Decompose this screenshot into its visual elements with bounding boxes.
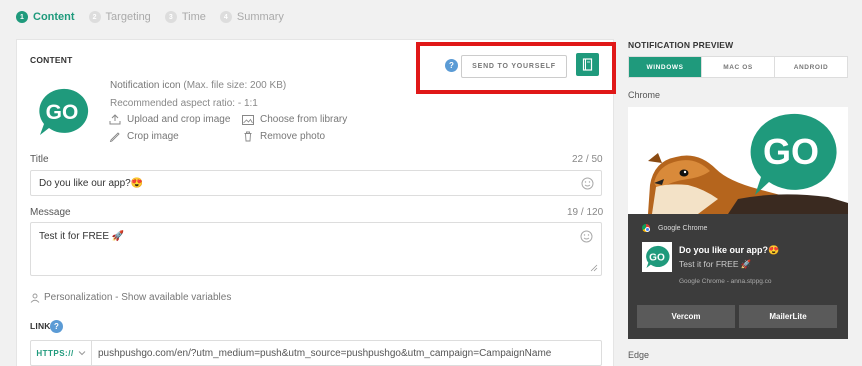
trash-icon bbox=[244, 131, 252, 142]
message-field-label: Message bbox=[30, 207, 71, 218]
test-list-button[interactable] bbox=[576, 53, 599, 76]
tab-mac-os[interactable]: MAC OS bbox=[702, 57, 775, 77]
browser-label-edge: Edge bbox=[628, 350, 650, 360]
notification-icon-preview[interactable]: GO bbox=[35, 87, 89, 137]
os-tabs: WINDOWS MAC OS ANDROID bbox=[628, 56, 848, 78]
choose-library-label: Choose from library bbox=[260, 114, 348, 125]
crop-image-label: Crop image bbox=[127, 131, 179, 142]
link-field: HTTPS:// pushpushgo.com/en/?utm_medium=p… bbox=[30, 340, 602, 366]
link-help-icon[interactable]: ? bbox=[50, 320, 63, 333]
link-section-title: LINK bbox=[30, 321, 51, 331]
step-targeting[interactable]: 2 Targeting bbox=[88, 11, 151, 23]
choose-library-link[interactable]: Choose from library bbox=[242, 114, 347, 125]
send-to-yourself-button[interactable]: SEND TO YOURSELF bbox=[461, 55, 567, 78]
notification-action-button[interactable]: MailerLite bbox=[739, 305, 837, 328]
step-summary[interactable]: 4 Summary bbox=[219, 11, 284, 23]
notebook-icon bbox=[582, 58, 593, 71]
notification-title: Do you like our app?😍 bbox=[679, 245, 780, 255]
upload-icon bbox=[109, 114, 121, 125]
remove-photo-label: Remove photo bbox=[260, 131, 326, 142]
browser-label-chrome: Chrome bbox=[628, 90, 661, 100]
chrome-icon bbox=[642, 224, 650, 232]
notification-icon: GO bbox=[642, 242, 672, 272]
notification-popup[interactable]: Google Chrome GO Do you like our app?😍 T… bbox=[628, 214, 848, 339]
logo-text: GO bbox=[46, 101, 79, 124]
scheme-select[interactable]: HTTPS:// bbox=[31, 341, 92, 365]
title-input[interactable]: Do you like our app?😍 bbox=[30, 170, 602, 196]
message-textarea[interactable]: Test it for FREE 🚀 bbox=[30, 222, 602, 276]
step-label: Summary bbox=[236, 11, 284, 23]
step-number: 4 bbox=[219, 11, 232, 23]
image-icon bbox=[242, 114, 254, 125]
step-number: 3 bbox=[164, 11, 177, 23]
step-label: Content bbox=[33, 11, 75, 23]
upload-crop-link[interactable]: Upload and crop image bbox=[109, 114, 230, 125]
notification-source: Google Chrome bbox=[642, 224, 707, 232]
step-time[interactable]: 3 Time bbox=[164, 11, 206, 23]
step-content[interactable]: 1 Content bbox=[16, 11, 75, 23]
notification-meta: Google Chrome - anna.stppg.co bbox=[679, 278, 772, 285]
emoji-icon[interactable] bbox=[580, 230, 593, 243]
emoji-icon[interactable] bbox=[581, 177, 594, 190]
go-logo-icon: GO bbox=[646, 245, 670, 269]
content-section-title: CONTENT bbox=[30, 55, 73, 65]
url-input[interactable]: pushpushgo.com/en/?utm_medium=push&utm_s… bbox=[92, 348, 551, 359]
title-counter: 22 / 50 bbox=[572, 154, 603, 165]
mini-logo-text: GO bbox=[649, 252, 665, 263]
step-label: Targeting bbox=[105, 11, 151, 23]
notification-source-label: Google Chrome bbox=[658, 224, 708, 232]
scheme-value: HTTPS:// bbox=[36, 348, 74, 358]
remove-photo-link[interactable]: Remove photo bbox=[242, 131, 325, 142]
notification-message: Test it for FREE 🚀 bbox=[679, 259, 752, 269]
icon-info-line: Notification icon (Max. file size: 200 K… bbox=[110, 80, 286, 91]
user-icon bbox=[30, 293, 40, 303]
tab-android[interactable]: ANDROID bbox=[775, 57, 847, 77]
crop-image-link[interactable]: Crop image bbox=[109, 131, 179, 142]
step-number: 1 bbox=[16, 11, 28, 23]
pencil-icon bbox=[109, 132, 120, 142]
resize-handle-icon[interactable] bbox=[590, 264, 598, 272]
message-counter: 19 / 120 bbox=[567, 207, 604, 218]
personalization-link[interactable]: Personalization - Show available variabl… bbox=[30, 292, 231, 303]
preview-logo-text: GO bbox=[763, 131, 819, 172]
chevron-down-icon bbox=[78, 351, 86, 356]
preview-title: NOTIFICATION PREVIEW bbox=[628, 40, 734, 50]
send-to-yourself-highlight: ? SEND TO YOURSELF bbox=[416, 42, 616, 94]
title-field-label: Title bbox=[30, 154, 49, 165]
icon-info-label: Notification icon bbox=[110, 80, 181, 91]
icon-info-aspect: Recommended aspect ratio: - 1:1 bbox=[110, 98, 258, 109]
personalization-label: Personalization - Show available variabl… bbox=[44, 292, 232, 303]
wizard-stepper: 1 Content 2 Targeting 3 Time 4 Summary bbox=[16, 9, 298, 25]
icon-info-size: (Max. file size: 200 KB) bbox=[183, 80, 287, 91]
upload-crop-label: Upload and crop image bbox=[127, 114, 231, 125]
notification-action-button[interactable]: Vercom bbox=[637, 305, 735, 328]
preview-image: GO bbox=[628, 107, 848, 214]
step-label: Time bbox=[181, 11, 206, 23]
step-number: 2 bbox=[88, 11, 101, 23]
chrome-preview: GO Google Chrome GO Do you like our app?… bbox=[628, 107, 848, 339]
help-icon[interactable]: ? bbox=[445, 59, 458, 72]
tab-windows[interactable]: WINDOWS bbox=[629, 57, 702, 77]
